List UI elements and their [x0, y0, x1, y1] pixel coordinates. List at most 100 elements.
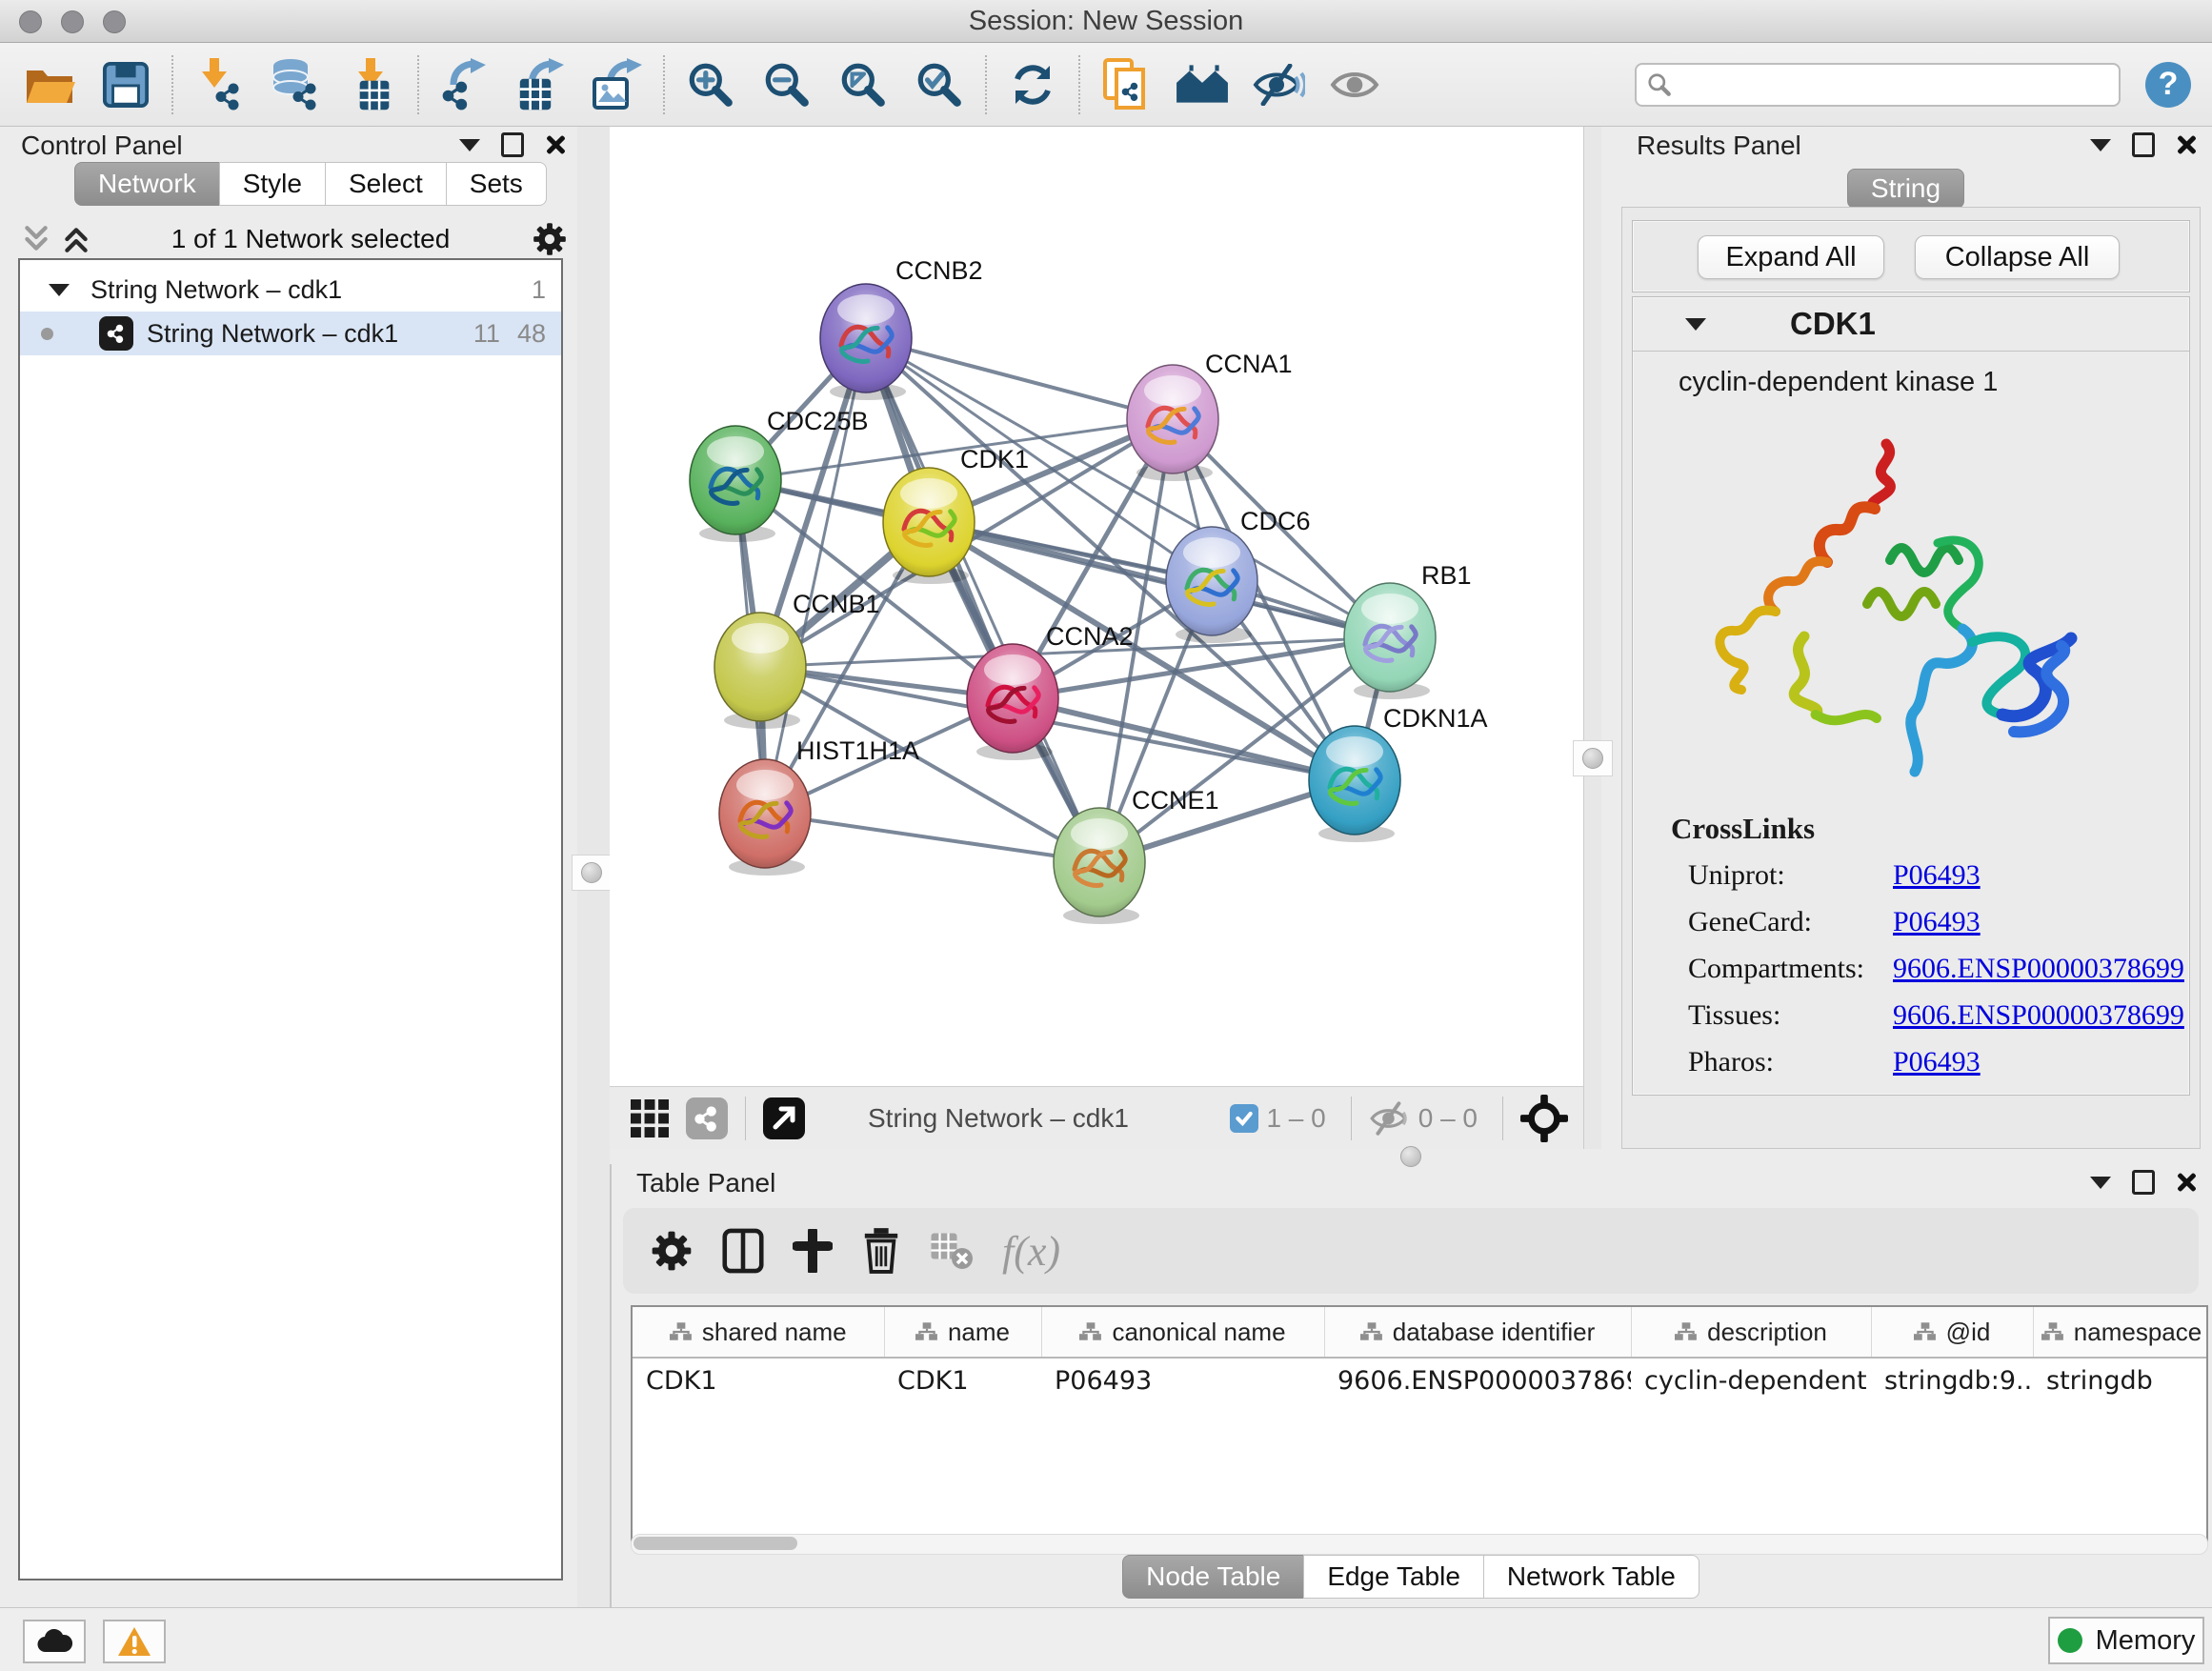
expand-all-button[interactable]: Expand All [1698, 235, 1884, 279]
horizontal-splitter[interactable] [610, 1149, 2212, 1164]
gene-section-header[interactable]: CDK1 [1633, 297, 2189, 352]
refresh-view-button[interactable] [995, 50, 1071, 119]
panel-menu-icon[interactable] [2090, 139, 2111, 151]
open-session-button[interactable] [11, 50, 88, 119]
network-node-CCNA1[interactable]: CCNA1 [1127, 350, 1293, 481]
share-view-icon[interactable] [686, 1097, 728, 1139]
float-panel-icon[interactable] [2132, 132, 2155, 157]
zoom-fit-button[interactable] [825, 50, 901, 119]
tab-sets[interactable]: Sets [446, 162, 547, 206]
warning-status-button[interactable] [103, 1620, 166, 1663]
birdseye-crosshair-icon[interactable] [1520, 1095, 1568, 1142]
grid-view-icon[interactable] [631, 1099, 669, 1137]
open-in-window-icon[interactable] [763, 1097, 805, 1139]
table-cell[interactable]: CDK1 [633, 1358, 884, 1402]
zoom-window-button[interactable] [103, 10, 126, 33]
collapse-all-icon[interactable] [23, 224, 50, 254]
table-horizontal-scrollbar[interactable] [631, 1534, 2208, 1555]
right-splitter[interactable] [1583, 127, 1601, 1149]
network-graph[interactable]: CCNB2CCNA1CDC25BCDK1CDC6RB1CCNB1CCNA2CDK… [610, 127, 1583, 1086]
network-options-gear-icon[interactable] [532, 221, 568, 257]
network-node-CDKN1A[interactable]: CDKN1A [1309, 704, 1488, 842]
network-edge-CCNE1-HIST1H1A[interactable] [765, 814, 1099, 862]
import-table-file-button[interactable] [333, 50, 410, 119]
crosslink-link[interactable]: P06493 [1893, 859, 1981, 891]
export-image-button[interactable] [579, 50, 655, 119]
gene-collapse-icon[interactable] [1685, 318, 1706, 331]
zoom-in-button[interactable] [673, 50, 749, 119]
tab-network-table[interactable]: Network Table [1483, 1555, 1699, 1599]
selected-nodes-checkbox[interactable] [1230, 1104, 1258, 1133]
zoom-selected-button[interactable] [901, 50, 977, 119]
network-edge-CCNB2-CCNE1[interactable] [866, 338, 1099, 862]
table-cell[interactable]: 9606.ENSP00000378699 [1324, 1358, 1631, 1402]
table-cell[interactable]: CDK1 [884, 1358, 1041, 1402]
float-panel-icon[interactable] [501, 132, 524, 157]
network-collection-row[interactable]: String Network – cdk1 1 [20, 268, 561, 312]
collapse-all-button[interactable]: Collapse All [1915, 235, 2120, 279]
close-panel-icon[interactable] [2176, 1172, 2197, 1193]
tab-string[interactable]: String [1847, 169, 1964, 209]
import-network-file-button[interactable] [181, 50, 257, 119]
hide-selected-button[interactable] [1240, 50, 1317, 119]
network-node-CDC6[interactable]: CDC6 [1166, 507, 1311, 643]
import-network-database-button[interactable] [257, 50, 333, 119]
columns-icon[interactable] [722, 1228, 764, 1274]
expand-all-icon[interactable] [63, 224, 90, 254]
search-box[interactable] [1635, 63, 2121, 107]
save-session-button[interactable] [88, 50, 164, 119]
float-panel-icon[interactable] [2132, 1170, 2155, 1195]
left-splitter-grip[interactable] [572, 855, 612, 891]
network-row[interactable]: String Network – cdk1 11 48 [20, 312, 561, 355]
node-table[interactable]: shared namenamecanonical namedatabase id… [633, 1307, 2208, 1402]
table-row[interactable]: CDK1CDK1P064939606.ENSP00000378699cyclin… [633, 1358, 2208, 1402]
export-table-button[interactable] [503, 50, 579, 119]
memory-button[interactable]: Memory [2048, 1617, 2204, 1664]
network-node-CDC25B[interactable]: CDC25B [690, 407, 869, 542]
minimize-window-button[interactable] [61, 10, 84, 33]
network-node-CDK1[interactable]: CDK1 [883, 445, 1029, 584]
clone-network-button[interactable] [1088, 50, 1164, 119]
close-panel-icon[interactable] [2176, 134, 2197, 155]
network-canvas[interactable]: CCNB2CCNA1CDC25BCDK1CDC6RB1CCNB1CCNA2CDK… [610, 127, 1583, 1086]
crosslink-link[interactable]: 9606.ENSP00000378699 [1893, 953, 2184, 984]
column-header[interactable]: database identifier [1324, 1307, 1631, 1358]
add-column-icon[interactable] [793, 1229, 833, 1273]
column-header[interactable]: shared name [633, 1307, 884, 1358]
table-cell[interactable]: stringdb [2033, 1358, 2208, 1402]
table-settings-gear-icon[interactable] [650, 1229, 694, 1273]
column-header[interactable]: namespace [2033, 1307, 2208, 1358]
export-network-button[interactable] [427, 50, 503, 119]
homes-button[interactable] [1164, 50, 1240, 119]
crosslink-link[interactable]: 9606.ENSP00000378699 [1893, 999, 2184, 1031]
network-node-CCNB2[interactable]: CCNB2 [820, 256, 983, 400]
close-window-button[interactable] [19, 10, 42, 33]
tab-select[interactable]: Select [325, 162, 447, 206]
delete-column-trash-icon[interactable] [861, 1228, 901, 1274]
left-splitter[interactable] [577, 127, 612, 1608]
panel-menu-icon[interactable] [2090, 1177, 2111, 1189]
tab-edge-table[interactable]: Edge Table [1303, 1555, 1484, 1599]
network-node-RB1[interactable]: RB1 [1344, 561, 1472, 699]
column-header[interactable]: canonical name [1041, 1307, 1324, 1358]
delete-table-icon[interactable] [930, 1232, 974, 1270]
zoom-out-button[interactable] [749, 50, 825, 119]
crosslink-link[interactable]: P06493 [1893, 906, 1981, 937]
collection-collapse-icon[interactable] [49, 284, 70, 296]
panel-menu-icon[interactable] [459, 139, 480, 151]
column-header[interactable]: description [1631, 1307, 1871, 1358]
table-cell[interactable]: cyclin-dependent ... [1631, 1358, 1871, 1402]
help-button[interactable]: ? [2145, 62, 2191, 108]
table-cell[interactable]: stringdb:9... [1871, 1358, 2033, 1402]
network-node-HIST1H1A[interactable]: HIST1H1A [719, 736, 919, 876]
tab-node-table[interactable]: Node Table [1122, 1555, 1304, 1599]
network-node-CCNB1[interactable]: CCNB1 [714, 590, 880, 729]
search-input[interactable] [1673, 69, 2109, 100]
crosslink-link[interactable]: P06493 [1893, 1046, 1981, 1077]
network-node-CCNE1[interactable]: CCNE1 [1054, 786, 1219, 924]
tab-network[interactable]: Network [74, 162, 220, 206]
scrollbar-thumb[interactable] [633, 1537, 797, 1550]
table-cell[interactable]: P06493 [1041, 1358, 1324, 1402]
tab-style[interactable]: Style [219, 162, 326, 206]
show-all-button[interactable] [1317, 50, 1393, 119]
